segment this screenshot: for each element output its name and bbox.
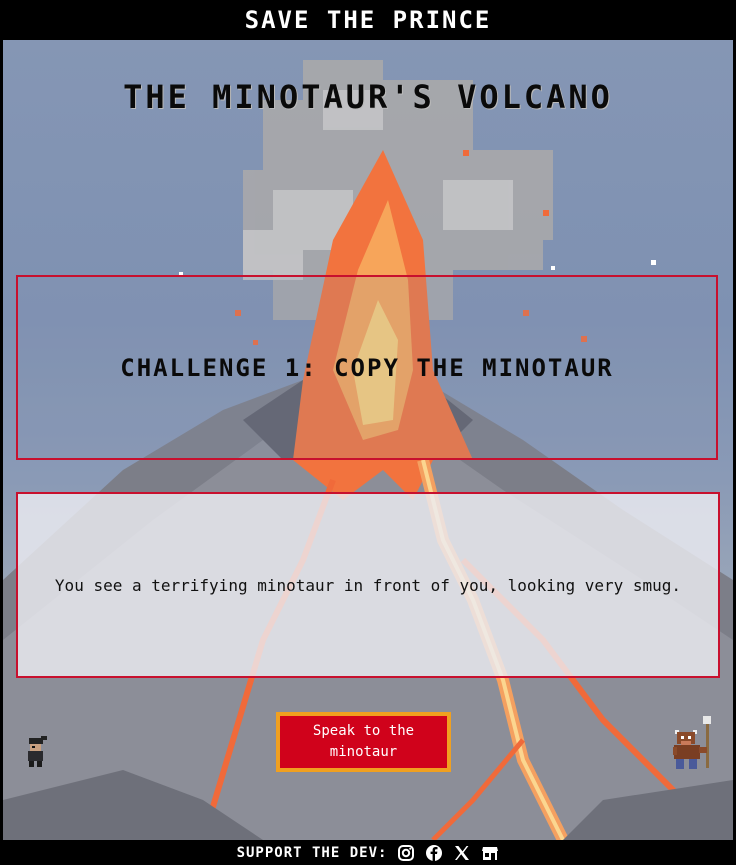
- challenge-label: CHALLENGE 1: COPY THE MINOTAUR: [120, 353, 614, 382]
- story-panel: You see a terrifying minotaur in front o…: [16, 492, 720, 678]
- store-icon[interactable]: [481, 844, 499, 862]
- volcano-scene: THE MINOTAUR'S VOLCANO CHALLENGE 1: COPY…: [3, 40, 733, 840]
- facebook-icon[interactable]: [425, 844, 443, 862]
- x-icon[interactable]: [453, 844, 471, 862]
- story-text: You see a terrifying minotaur in front o…: [54, 575, 682, 595]
- level-title: THE MINOTAUR'S VOLCANO: [123, 78, 613, 116]
- support-footer: SUPPORT THE DEV:: [0, 840, 736, 865]
- instagram-icon[interactable]: [397, 844, 415, 862]
- game-title-bar: SAVE THE PRINCE: [0, 0, 736, 40]
- speak-to-minotaur-button[interactable]: Speak to the minotaur: [276, 712, 451, 772]
- support-label: SUPPORT THE DEV:: [236, 844, 388, 861]
- player-sprite: [28, 736, 47, 767]
- minotaur-sprite: [673, 716, 711, 769]
- challenge-panel: CHALLENGE 1: COPY THE MINOTAUR: [16, 275, 718, 460]
- game-title: SAVE THE PRINCE: [244, 6, 492, 34]
